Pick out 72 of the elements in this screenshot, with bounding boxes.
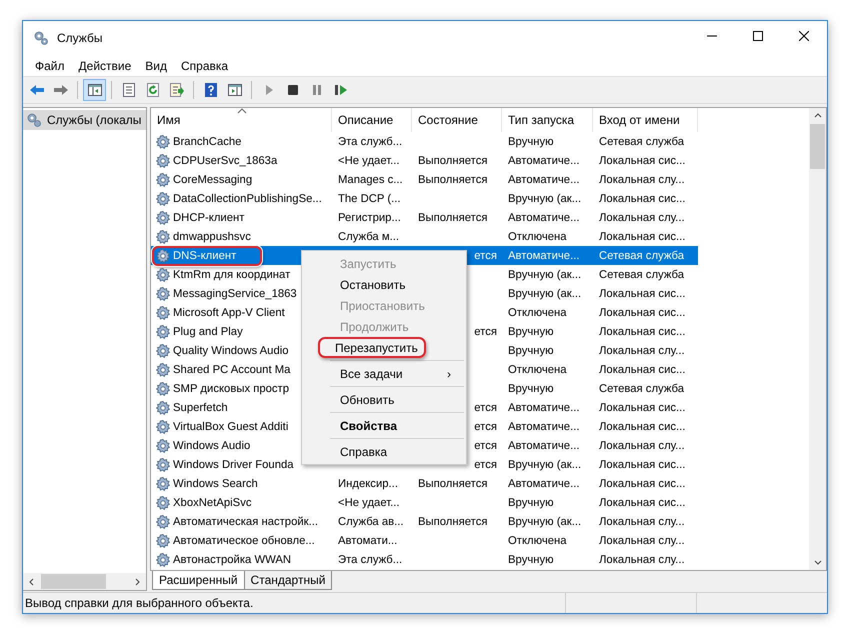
table-cell: Служба м...	[338, 230, 400, 242]
table-cell: Локальная слу...	[599, 534, 685, 546]
table-cell: <Не удает...	[338, 496, 400, 508]
table-cell: Автомати...	[338, 534, 398, 546]
table-cell: ется	[474, 402, 497, 414]
table-cell: Локальная слу...	[599, 554, 685, 566]
table-cell: Вручную	[508, 554, 554, 566]
table-cell: Выполняется	[418, 154, 488, 166]
table-cell: Автоматиче...	[508, 440, 580, 452]
table-cell: Локальная сис...	[599, 192, 686, 204]
table-cell: Вручную (ак...	[508, 268, 582, 280]
table-cell: Локальная слу...	[599, 344, 685, 356]
table-cell: Индексир...	[338, 478, 398, 490]
table-cell: Manages c...	[338, 174, 403, 186]
table-cell: Локальная сис...	[599, 306, 686, 318]
table-cell: Локальная сис...	[599, 364, 686, 376]
table-cell: Вручную (ак...	[508, 516, 582, 528]
table-cell: Локальная сис...	[599, 496, 686, 508]
table-cell: Автоматиче...	[508, 478, 580, 490]
table-cell: Автоматиче...	[508, 402, 580, 414]
table-cell: Выполняется	[418, 478, 488, 490]
table-cell: Локальная сис...	[599, 402, 686, 414]
table-cell: Отключена	[508, 534, 567, 546]
table-cell: Эта служб...	[338, 554, 402, 566]
table-cell: Вручную (ак...	[508, 192, 582, 204]
table-cell: Эта служб...	[338, 136, 402, 148]
table-cell: Локальная слу...	[599, 516, 685, 528]
table-cell: Отключена	[508, 364, 567, 376]
table-cell: Отключена	[508, 306, 567, 318]
table-cell: Вручную (ак...	[508, 288, 582, 300]
table-cell: <Не удает...	[338, 154, 400, 166]
table-cell: Автоматиче...	[508, 250, 580, 262]
table-cell: Локальная сис...	[599, 478, 686, 490]
table-cell: Сетевая служба	[599, 250, 684, 262]
table-cell: ется	[474, 250, 497, 262]
table-cell: Локальная сис...	[599, 288, 686, 300]
table-cell: Локальная слу...	[599, 174, 685, 186]
table-cell: Вручную	[508, 344, 554, 356]
table-cell: Отключена	[508, 230, 567, 242]
table-cell: Вручную	[508, 136, 554, 148]
table-cell: Вручную	[508, 382, 554, 394]
status-text: Вывод справки для выбранного объекта.	[24, 596, 254, 610]
table-cell: Сетевая служба	[599, 268, 684, 280]
table-cell: Локальная сис...	[599, 420, 686, 432]
table-cell: Служба ав...	[338, 516, 404, 528]
table-cell: Локальная слу...	[599, 212, 685, 224]
table-cell: Выполняется	[418, 174, 488, 186]
table-cell: Локальная сис...	[599, 326, 686, 338]
table-cell: Сетевая служба	[599, 382, 684, 394]
table-cell: Сетевая служба	[599, 136, 684, 148]
table-cell: Автоматиче...	[508, 420, 580, 432]
table-cell: Вручную (ак...	[508, 458, 582, 470]
tree-item-label: Службы (локалы	[47, 113, 142, 127]
table-cell: Локальная сис...	[599, 458, 686, 470]
table-cell: ется	[474, 458, 497, 470]
table-cell: Локальная слу...	[599, 440, 685, 452]
table-cell: Локальная сис...	[599, 230, 686, 242]
table-cell: Автоматиче...	[508, 154, 580, 166]
table-cell: The DCP (...	[338, 192, 401, 204]
table-cell: Выполняется	[418, 516, 488, 528]
table-cell: Автоматиче...	[508, 174, 580, 186]
table-cell: Выполняется	[418, 212, 488, 224]
table-cell: Вручную	[508, 326, 554, 338]
table-cell: Регистрир...	[338, 212, 401, 224]
table-cell: ется	[474, 326, 497, 338]
table-cell: Автоматиче...	[508, 212, 580, 224]
table-cell: ется	[474, 440, 497, 452]
submenu-arrow: ›	[447, 366, 451, 380]
window-title: Службы	[57, 31, 102, 45]
table-cell: Вручную	[508, 496, 554, 508]
table-cell: Локальная сис...	[599, 154, 686, 166]
table-cell: ется	[474, 420, 497, 432]
